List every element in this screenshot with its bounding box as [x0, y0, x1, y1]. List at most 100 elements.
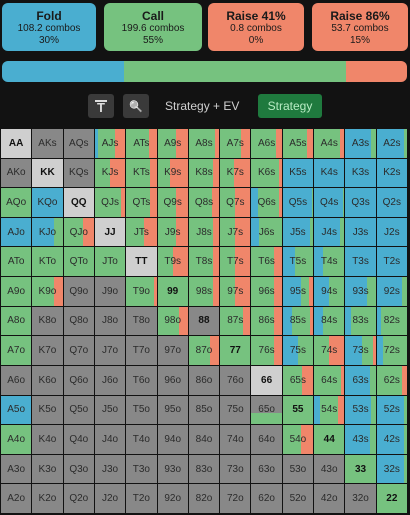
action-card-fold[interactable]: Fold 108.2 combos 30%	[2, 3, 96, 51]
hand-cell[interactable]: Q3o	[63, 454, 94, 484]
hand-cell[interactable]: 77	[220, 336, 251, 365]
hand-cell[interactable]: JJ	[94, 217, 126, 247]
hand-cell[interactable]: A9s	[157, 129, 188, 158]
hand-cell[interactable]: Q8o	[63, 306, 94, 336]
hand-cell[interactable]: A3o	[1, 454, 32, 484]
hand-cell[interactable]: T8o	[126, 306, 157, 336]
hand-cell[interactable]: T7s	[220, 247, 251, 277]
hand-cell[interactable]: 53o	[282, 454, 314, 484]
hand-cell[interactable]: 55	[282, 395, 314, 425]
hand-cell[interactable]: KJo	[32, 217, 63, 247]
hand-cell[interactable]: T9s	[157, 247, 188, 277]
hand-cell[interactable]: AJs	[94, 129, 126, 158]
hand-cell[interactable]: Q8s	[188, 188, 220, 217]
hand-cell[interactable]: AQo	[1, 188, 32, 217]
hand-cell[interactable]: 43o	[314, 454, 345, 484]
hand-cell[interactable]: A7o	[1, 336, 32, 365]
hand-cell[interactable]: 85o	[188, 395, 220, 425]
hand-cell[interactable]: J9o	[94, 277, 126, 306]
hand-cell[interactable]: A3s	[345, 129, 376, 158]
hand-cell[interactable]: Q2o	[63, 484, 94, 513]
hand-cell[interactable]: T3s	[345, 247, 376, 277]
hand-cell[interactable]: 93o	[157, 454, 188, 484]
hand-cell[interactable]: Q6s	[251, 188, 282, 217]
hand-cell[interactable]: A6s	[251, 129, 282, 158]
hand-cell[interactable]: 83s	[345, 306, 376, 336]
hand-cell[interactable]: J5o	[94, 395, 126, 425]
tab-strategy-ev[interactable]: Strategy + EV	[157, 94, 247, 118]
hand-cell[interactable]: T5o	[126, 395, 157, 425]
hand-cell[interactable]: JTo	[94, 247, 126, 277]
hand-cell[interactable]: 98o	[157, 306, 188, 336]
hand-cell[interactable]: Q9s	[157, 188, 188, 217]
hand-cell[interactable]: 82o	[188, 484, 220, 513]
hand-cell[interactable]: K8s	[188, 158, 220, 188]
hand-cell[interactable]: J6o	[94, 365, 126, 395]
hand-cell[interactable]: T3o	[126, 454, 157, 484]
hand-cell[interactable]: A7s	[220, 129, 251, 158]
hand-cell[interactable]: 97s	[220, 277, 251, 306]
hand-cell[interactable]: KJs	[94, 158, 126, 188]
hand-cell[interactable]: Q9o	[63, 277, 94, 306]
hand-cell[interactable]: A6o	[1, 365, 32, 395]
hand-cell[interactable]: 53s	[345, 395, 376, 425]
hand-cell[interactable]: K7s	[220, 158, 251, 188]
hand-cell[interactable]: 92s	[376, 277, 407, 306]
hand-cell[interactable]: AA	[1, 129, 32, 158]
hand-cell[interactable]: AKo	[1, 158, 32, 188]
hand-cell[interactable]: 82s	[376, 306, 407, 336]
action-card-call[interactable]: Call 199.6 combos 55%	[104, 3, 202, 51]
hand-cell[interactable]: 64o	[251, 425, 282, 454]
hand-cell[interactable]: 75s	[282, 336, 314, 365]
hand-cell[interactable]: 98s	[188, 277, 220, 306]
hand-cell[interactable]: 72o	[220, 484, 251, 513]
hand-cell[interactable]: 96s	[251, 277, 282, 306]
hand-cell[interactable]: 64s	[314, 365, 345, 395]
hand-cell[interactable]: 54s	[314, 395, 345, 425]
hand-cell[interactable]: A8s	[188, 129, 220, 158]
hand-cell[interactable]: K8o	[32, 306, 63, 336]
hand-cell[interactable]: K6o	[32, 365, 63, 395]
hand-cell[interactable]: K9s	[157, 158, 188, 188]
hand-cell[interactable]: 22	[376, 484, 407, 513]
hand-cell[interactable]: 76s	[251, 336, 282, 365]
hand-cell[interactable]: 94s	[314, 277, 345, 306]
hand-cell[interactable]: A4s	[314, 129, 345, 158]
hand-cell[interactable]: QJs	[94, 188, 126, 217]
hand-cell[interactable]: K5o	[32, 395, 63, 425]
hand-cell[interactable]: KTs	[126, 158, 157, 188]
hand-cell[interactable]: K5s	[282, 158, 314, 188]
hand-cell[interactable]: 44	[314, 425, 345, 454]
hand-cell[interactable]: Q7s	[220, 188, 251, 217]
hand-cell[interactable]: 43s	[345, 425, 376, 454]
hand-cell[interactable]: Q4o	[63, 425, 94, 454]
hand-cell[interactable]: 95o	[157, 395, 188, 425]
hand-cell[interactable]: K4s	[314, 158, 345, 188]
hand-cell[interactable]: J8s	[188, 217, 220, 247]
hand-cell[interactable]: KTo	[32, 247, 63, 277]
hand-cell[interactable]: 52s	[376, 395, 407, 425]
hand-cell[interactable]: J3o	[94, 454, 126, 484]
hand-cell[interactable]: KQo	[32, 188, 63, 217]
hand-cell[interactable]: 88	[188, 306, 220, 336]
hand-cell[interactable]: T9o	[126, 277, 157, 306]
hand-cell[interactable]: 84s	[314, 306, 345, 336]
hand-cell[interactable]: ATo	[1, 247, 32, 277]
hand-cell[interactable]: TT	[126, 247, 157, 277]
hand-cell[interactable]: 93s	[345, 277, 376, 306]
hand-cell[interactable]: T8s	[188, 247, 220, 277]
hand-cell[interactable]: K3o	[32, 454, 63, 484]
hand-cell[interactable]: 76o	[220, 365, 251, 395]
hand-cell[interactable]: A5s	[282, 129, 314, 158]
hand-cell[interactable]: 73s	[345, 336, 376, 365]
hand-cell[interactable]: J2s	[376, 217, 407, 247]
hand-cell[interactable]: 96o	[157, 365, 188, 395]
hand-cell[interactable]: T6s	[251, 247, 282, 277]
hand-cell[interactable]: K6s	[251, 158, 282, 188]
hand-cell[interactable]: A4o	[1, 425, 32, 454]
hand-cell[interactable]: 66	[251, 365, 282, 395]
hand-cell[interactable]: Q2s	[376, 188, 407, 217]
hand-cell[interactable]: 42s	[376, 425, 407, 454]
hand-cell[interactable]: K3s	[345, 158, 376, 188]
action-card-raise-41[interactable]: Raise 41% 0.8 combos 0%	[208, 3, 304, 51]
